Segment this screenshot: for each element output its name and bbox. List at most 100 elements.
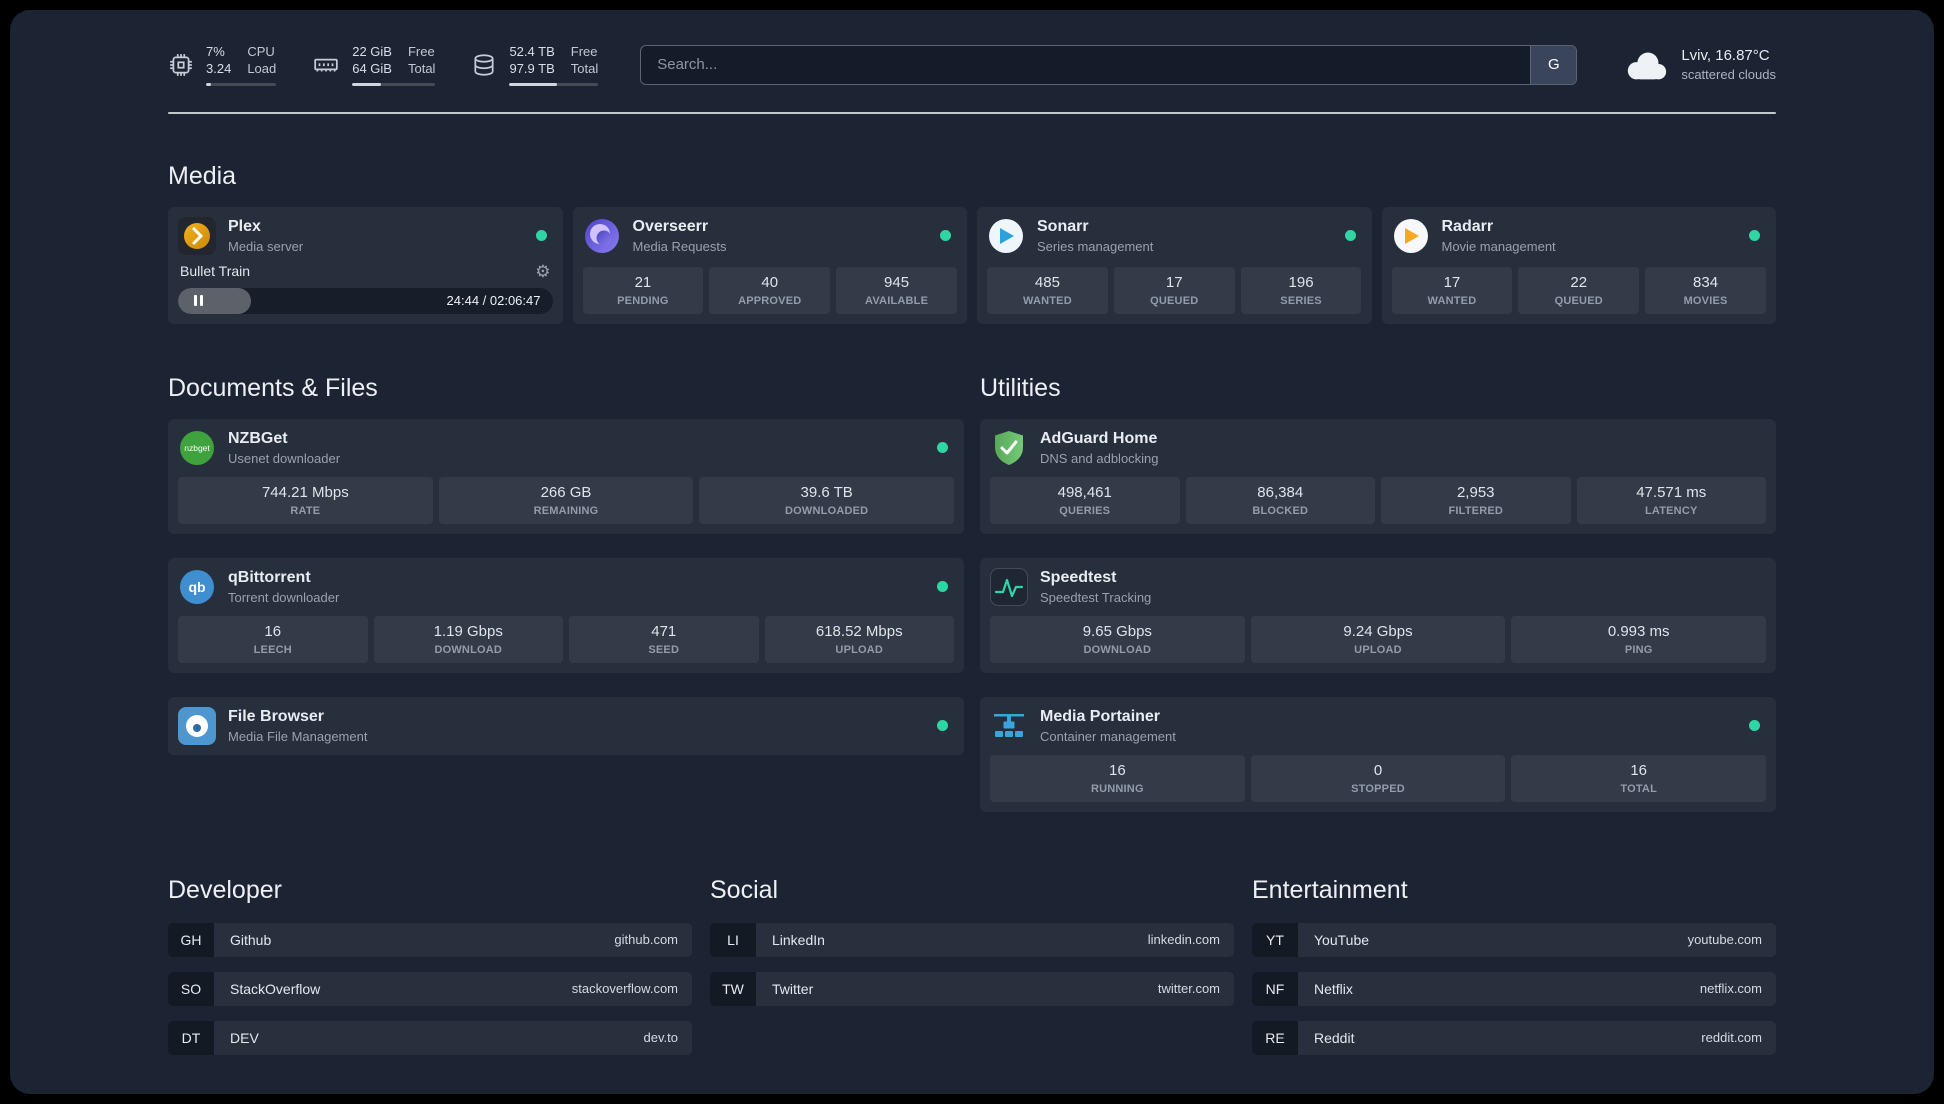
bookmark-linkedin[interactable]: LI LinkedIn linkedin.com [710,922,1234,957]
stat-box: 22 QUEUED [1518,266,1640,314]
stat-box: 196 SERIES [1240,266,1362,314]
bookmark-stackoverflow[interactable]: SO StackOverflow stackoverflow.com [168,971,692,1006]
sonarr-icon [987,217,1025,255]
resources-widget: 7% 3.24 CPU Load 22 GiB 64 GiB Free Tota… [168,44,599,86]
stat-box: 16 LEECH [178,615,368,663]
adguard-subtitle: DNS and adblocking [1040,450,1159,466]
stat-box: 47.571 ms LATENCY [1576,476,1766,524]
service-card-qbittorrent[interactable]: qb qBittorrent Torrent downloader 16 LEE… [168,557,964,673]
stat-box: 618.52 Mbps UPLOAD [764,615,954,663]
bookmark-url: reddit.com [1701,1030,1762,1046]
adguard-title: AdGuard Home [1040,429,1158,447]
bookmark-twitter[interactable]: TW Twitter twitter.com [710,971,1234,1006]
sonarr-subtitle: Series management [1037,238,1154,254]
cpu-widget: 7% 3.24 CPU Load [168,44,277,86]
stat-box: 40 APPROVED [709,266,831,314]
settings-gear-icon[interactable]: ⚙ [535,263,550,280]
qbittorrent-status-dot [937,581,948,593]
section-title-developer: Developer [168,875,282,904]
plex-title: Plex [228,217,261,235]
disk-total-value: 97.9 TB [509,60,555,76]
bookmark-url: stackoverflow.com [571,981,678,997]
bookmark-reddit[interactable]: RE Reddit reddit.com [1252,1020,1776,1055]
nzbget-icon: nzbget [178,429,216,467]
service-card-speedtest[interactable]: Speedtest Speedtest Tracking 9.65 Gbps D… [980,557,1776,673]
service-card-radarr[interactable]: Radarr Movie management 17 WANTED 22 QUE… [1381,206,1776,324]
cpu-load-label: Load [247,60,277,76]
bookmark-name: Twitter [772,980,814,997]
stat-box: 945 AVAILABLE [836,266,957,314]
ram-icon [314,58,338,72]
section-title-entertainment: Entertainment [1252,875,1408,904]
search-provider-button[interactable]: G [1530,45,1577,84]
bookmark-url: dev.to [643,1030,678,1046]
bookmark-youtube[interactable]: YT YouTube youtube.com [1252,922,1776,957]
plex-now-playing: Bullet Train [180,263,251,280]
stat-box: 9.24 Gbps UPLOAD [1250,615,1506,663]
stat-box: 834 MOVIES [1645,266,1766,314]
service-card-portainer[interactable]: Media Portainer Container management 16 … [980,696,1776,812]
speedtest-icon [990,567,1028,606]
bookmark-url: youtube.com [1687,932,1762,948]
overseerr-title: Overseerr [632,217,709,235]
portainer-title: Media Portainer [1040,707,1161,725]
bookmark-name: DEV [230,1029,259,1046]
disk-free-label: Free [570,44,598,59]
filebrowser-status-dot [937,720,948,732]
stat-box: 0 STOPPED [1250,754,1506,802]
bookmark-abbr: LI [710,922,756,957]
radarr-icon [1392,217,1430,255]
service-card-filebrowser[interactable]: File Browser Media File Management [168,696,964,755]
service-card-overseerr[interactable]: Overseerr Media Requests 21 PENDING 40 A… [572,206,967,324]
ram-total-value: 64 GiB [352,60,392,76]
media-section: Plex Media server Bullet Train ⚙ 24:44 /… [168,206,1776,324]
bookmark-url: netflix.com [1699,981,1762,997]
cpu-load-value: 3.24 [206,60,232,76]
disk-progress-bar [509,82,599,86]
search-input[interactable] [641,45,1531,84]
service-card-sonarr[interactable]: Sonarr Series management 485 WANTED 17 Q… [977,206,1372,324]
stat-box: 485 WANTED [987,266,1108,314]
bookmark-url: twitter.com [1157,981,1220,997]
stat-box: 9.65 Gbps DOWNLOAD [990,615,1245,663]
stat-box: 39.6 TB DOWNLOADED [699,476,955,524]
stat-box: 498,461 QUERIES [990,476,1180,524]
section-title-media: Media [168,161,237,190]
bookmarks-developer: Developer GH Github github.com SO StackO… [168,876,692,1070]
bookmark-dev[interactable]: DT DEV dev.to [168,1020,692,1055]
stat-box: 266 GB REMAINING [438,476,694,524]
ram-free-value: 22 GiB [352,44,392,59]
pause-icon[interactable] [192,295,204,307]
documents-section: Documents & Files nzbget NZBGet Usenet d… [168,326,964,812]
stat-box: 17 WANTED [1391,266,1513,314]
sonarr-status-dot [1344,230,1356,242]
nzbget-status-dot [937,442,948,454]
qbittorrent-icon: qb [178,568,216,606]
weather-widget[interactable]: Lviv, 16.87°C scattered clouds [1623,47,1776,82]
bookmark-abbr: RE [1252,1020,1298,1055]
bookmark-netflix[interactable]: NF Netflix netflix.com [1252,971,1776,1006]
bookmark-name: Reddit [1314,1029,1355,1046]
service-card-plex[interactable]: Plex Media server Bullet Train ⚙ 24:44 /… [168,206,563,324]
service-card-adguard[interactable]: AdGuard Home DNS and adblocking 498,461 … [980,418,1776,534]
nzbget-subtitle: Usenet downloader [228,450,341,466]
service-card-nzbget[interactable]: nzbget NZBGet Usenet downloader 744.21 M… [168,418,964,534]
filebrowser-subtitle: Media File Management [228,728,368,744]
cpu-chip-icon [170,54,192,76]
qbittorrent-subtitle: Torrent downloader [228,589,340,605]
cloud-icon [1628,52,1667,80]
weather-condition: scattered clouds [1681,67,1776,83]
bookmark-github[interactable]: GH Github github.com [168,922,692,957]
stat-box: 17 QUEUED [1113,266,1235,314]
top-bar: 7% 3.24 CPU Load 22 GiB 64 GiB Free Tota… [168,10,1776,86]
svg-text:qb: qb [188,579,205,595]
plex-player-bar[interactable]: 24:44 / 02:06:47 [178,287,553,314]
stat-box: 86,384 BLOCKED [1185,476,1375,524]
section-title-documents: Documents & Files [168,373,378,402]
bookmark-url: github.com [614,932,678,948]
ram-progress-bar [352,82,436,86]
qbittorrent-title: qBittorrent [228,568,311,586]
stat-box: 21 PENDING [582,266,704,314]
disk-widget: 52.4 TB 97.9 TB Free Total [471,44,599,86]
header-divider [168,111,1776,114]
